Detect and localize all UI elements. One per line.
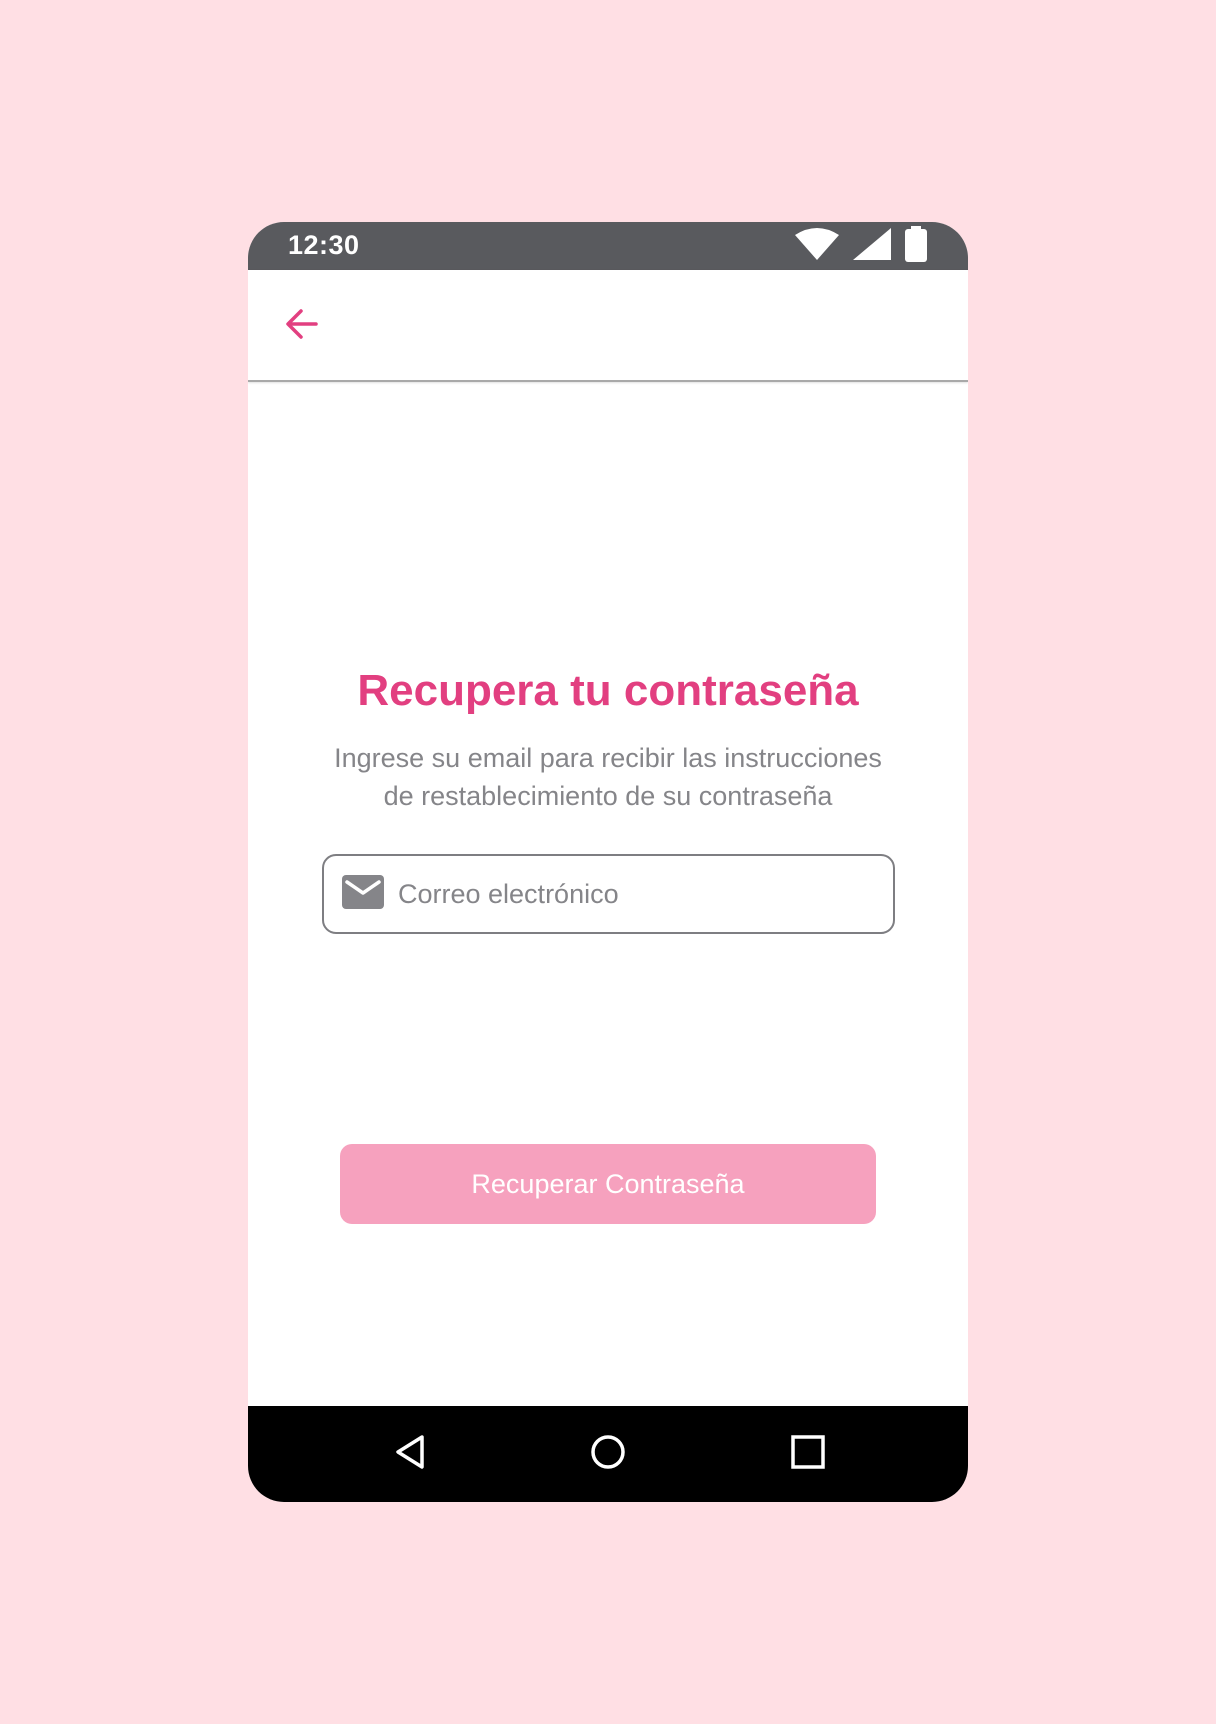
recover-password-form: Recupera tu contraseña Ingrese su email … bbox=[248, 384, 968, 1406]
back-triangle-icon bbox=[393, 1434, 427, 1475]
app-bar bbox=[248, 270, 968, 382]
page-title: Recupera tu contraseña bbox=[357, 666, 859, 715]
nav-bar bbox=[248, 1406, 968, 1502]
arrow-left-icon bbox=[282, 304, 322, 349]
nav-back-button[interactable] bbox=[386, 1430, 434, 1478]
cell-signal-icon bbox=[852, 227, 892, 266]
back-button[interactable] bbox=[276, 300, 328, 352]
nav-recents-button[interactable] bbox=[784, 1430, 832, 1478]
battery-icon bbox=[904, 225, 928, 267]
email-input[interactable] bbox=[398, 864, 878, 924]
page-subtitle: Ingrese su email para recibir las instru… bbox=[288, 739, 928, 815]
recover-password-button[interactable]: Recuperar Contraseña bbox=[340, 1144, 876, 1224]
status-icons bbox=[794, 225, 928, 267]
home-circle-icon bbox=[590, 1434, 626, 1475]
phone-frame: 12:30 Recupera tu contraseña Ingrese su … bbox=[248, 222, 968, 1502]
recents-square-icon bbox=[791, 1434, 825, 1474]
email-field[interactable] bbox=[322, 854, 895, 934]
wifi-icon bbox=[794, 227, 840, 266]
status-bar: 12:30 bbox=[248, 222, 968, 270]
subtitle-line-2: de restablecimiento de su contraseña bbox=[383, 781, 833, 811]
status-time: 12:30 bbox=[288, 230, 360, 260]
subtitle-line-1: Ingrese su email para recibir las instru… bbox=[334, 743, 882, 773]
nav-home-button[interactable] bbox=[584, 1430, 632, 1478]
mail-icon bbox=[342, 874, 384, 914]
